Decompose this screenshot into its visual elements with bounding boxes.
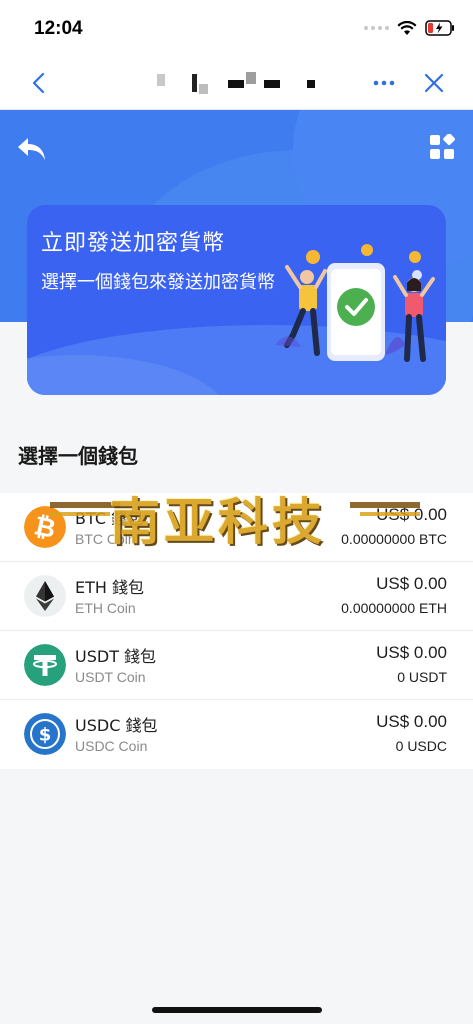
wallet-row-usdc[interactable]: $ USDC 錢包 USDC Coin US$ 0.00 0 USDC <box>0 700 473 769</box>
usdc-icon: $ <box>24 713 66 755</box>
apps-grid-icon[interactable] <box>429 134 455 160</box>
status-icons <box>364 20 455 36</box>
nav-bar <box>0 58 473 110</box>
banner-subtitle: 選擇一個錢包來發送加密貨幣 <box>41 272 275 293</box>
wifi-icon <box>397 20 417 35</box>
wallet-coin-label: USDC Coin <box>75 738 148 754</box>
home-indicator[interactable] <box>152 1007 322 1013</box>
status-time: 12:04 <box>34 18 83 39</box>
close-icon[interactable] <box>421 70 447 96</box>
wallet-coin-balance: 0.00000000 ETH <box>341 600 447 616</box>
status-bar: 12:04 <box>0 0 473 58</box>
wallet-name: USDC 錢包 <box>75 716 158 735</box>
wallet-row-usdt[interactable]: USDT 錢包 USDT Coin US$ 0.00 0 USDT <box>0 631 473 700</box>
wallet-usd-balance: US$ 0.00 <box>376 574 447 593</box>
more-icon[interactable] <box>371 70 397 96</box>
wallet-coin-balance: 0.00000000 BTC <box>341 531 447 547</box>
wallet-name: BTC 錢包 <box>75 509 144 528</box>
wallet-usd-balance: US$ 0.00 <box>376 712 447 731</box>
battery-icon <box>425 20 454 36</box>
banner-title: 立即發送加密貨幣 <box>41 231 226 256</box>
wallet-list: ₿ BTC 錢包 BTC Coin US$ 0.00 0.00000000 BT… <box>0 493 473 769</box>
wallet-row-btc[interactable]: ₿ BTC 錢包 BTC Coin US$ 0.00 0.00000000 BT… <box>0 493 473 562</box>
back-chevron-icon[interactable] <box>26 70 52 96</box>
wallet-coin-balance: 0 USDC <box>395 738 447 754</box>
wallet-name: ETH 錢包 <box>75 578 145 597</box>
bitcoin-icon: ₿ <box>24 506 66 548</box>
signal-icon <box>364 26 389 30</box>
wallet-row-eth[interactable]: ETH 錢包 ETH Coin US$ 0.00 0.00000000 ETH <box>0 562 473 631</box>
svg-text:$: $ <box>39 725 52 746</box>
send-crypto-banner[interactable]: 立即發送加密貨幣 選擇一個錢包來發送加密貨幣 <box>27 205 446 395</box>
wallet-usd-balance: US$ 0.00 <box>376 505 447 524</box>
wallet-name: USDT 錢包 <box>75 647 157 666</box>
wallet-coin-label: ETH Coin <box>75 600 136 616</box>
wallet-usd-balance: US$ 0.00 <box>376 643 447 662</box>
reply-back-icon[interactable] <box>16 134 48 164</box>
wallet-coin-label: USDT Coin <box>75 669 146 685</box>
celebration-illustration <box>275 244 435 362</box>
ethereum-icon <box>24 575 66 617</box>
tether-icon <box>24 644 66 686</box>
wallet-coin-label: BTC Coin <box>75 531 136 547</box>
redacted-title <box>157 72 315 94</box>
wallet-coin-balance: 0 USDT <box>397 669 447 685</box>
section-title: 選擇一個錢包 <box>18 444 138 468</box>
